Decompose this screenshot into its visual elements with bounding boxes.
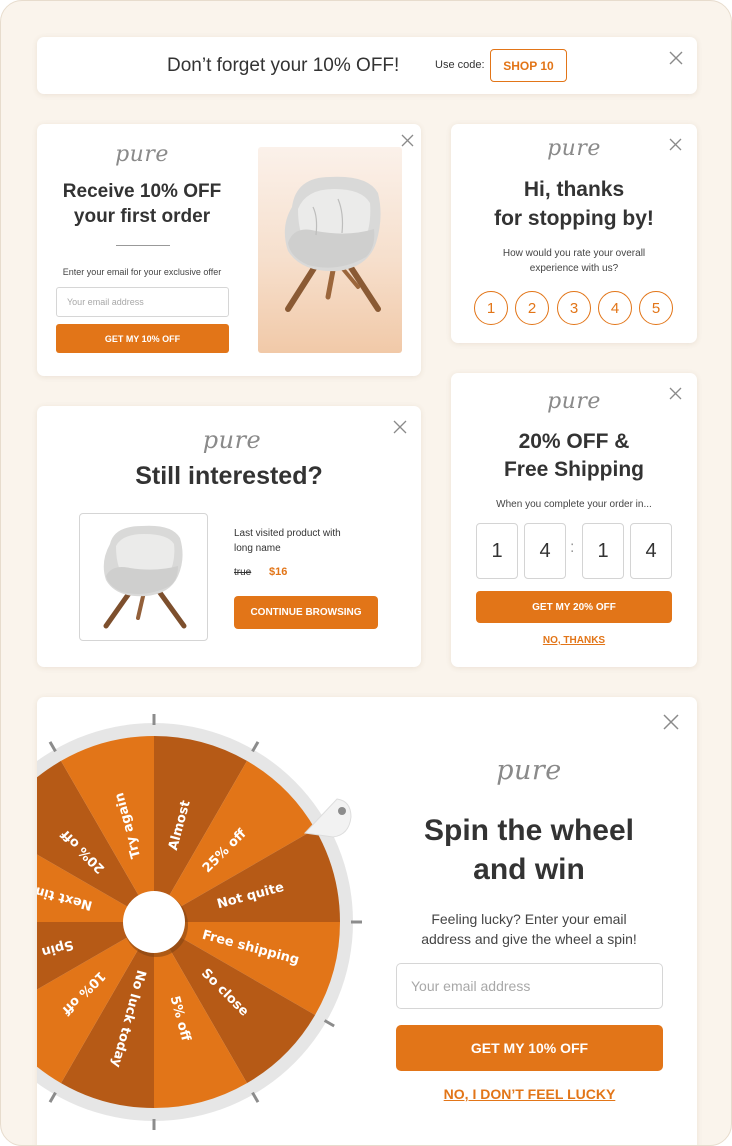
email-field[interactable]: Your email address — [56, 287, 229, 317]
rating-title-line-2: for stopping by! — [494, 207, 654, 230]
rating-question-line-2: experience with us? — [529, 263, 619, 274]
wheel-title: Spin the wheel and win — [389, 811, 669, 889]
get-20-off-button[interactable]: GET MY 20% OFF — [476, 591, 672, 623]
divider — [116, 245, 170, 246]
countdown-separator: : — [570, 539, 575, 556]
sale-price: $16 — [269, 566, 288, 578]
rating-question: How would you rate your overall experien… — [451, 246, 697, 276]
close-icon[interactable] — [669, 387, 685, 403]
wheel-title-line-2: and win — [473, 853, 585, 886]
signup-title-line-2: your first order — [73, 206, 211, 227]
banner-headline: Don’t forget your 10% OFF! — [167, 55, 400, 76]
close-icon[interactable] — [669, 51, 685, 67]
product-name: Last visited product with long name — [234, 526, 341, 556]
countdown-subtitle: When you complete your order in... — [496, 499, 652, 510]
rating-title: Hi, thanks for stopping by! — [451, 175, 697, 233]
rating-title-line-1: Hi, thanks — [523, 178, 625, 201]
reminder-title: Still interested? — [135, 462, 323, 490]
brand-logo: pure — [115, 142, 169, 167]
no-thanks-link[interactable]: NO, THANKS — [451, 635, 697, 646]
wheel-tick — [251, 1091, 260, 1103]
countdown-title-line-2: Free Shipping — [503, 458, 644, 481]
brand-logo: pure — [547, 389, 601, 414]
close-icon[interactable] — [393, 420, 409, 436]
wheel-body-text: Feeling lucky? Enter your email address … — [379, 909, 679, 949]
rating-option-2[interactable]: 2 — [515, 291, 549, 325]
continue-browsing-button[interactable]: CONTINUE BROWSING — [234, 596, 378, 629]
promo-code-button[interactable]: SHOP 10 — [490, 49, 567, 82]
wheel-popup: Almost 25% off Not quite Free shipping So cl… — [37, 697, 697, 1146]
rating-option-5[interactable]: 5 — [639, 291, 673, 325]
page-frame: Don’t forget your 10% OFF! Use code: SHO… — [0, 0, 732, 1146]
signup-prompt: Enter your email for your exclusive offe… — [62, 267, 222, 277]
email-field[interactable]: Your email address — [396, 963, 663, 1009]
rating-question-line-1: How would you rate your overall — [502, 248, 646, 259]
brand-logo: pure — [496, 755, 562, 786]
countdown-popup: pure 20% OFF & Free Shipping When you co… — [451, 373, 697, 667]
wheel-tick — [48, 1091, 57, 1103]
get-10-off-button[interactable]: GET MY 10% OFF — [396, 1025, 663, 1071]
rating-option-1[interactable]: 1 — [474, 291, 508, 325]
countdown-digit: 4 — [630, 523, 672, 579]
wheel-hub — [123, 891, 185, 953]
close-icon[interactable] — [669, 138, 685, 154]
wheel-body-line-2: address and give the wheel a spin! — [421, 931, 637, 947]
close-icon[interactable] — [401, 134, 417, 150]
signup-title-line-1: Receive 10% OFF — [62, 181, 222, 202]
wheel-title-line-1: Spin the wheel — [423, 814, 635, 847]
wheel-body-line-1: Feeling lucky? Enter your email — [431, 911, 627, 927]
get-10-off-button[interactable]: GET MY 10% OFF — [56, 324, 229, 353]
no-feel-lucky-link[interactable]: NO, I DON’T FEEL LUCKY — [396, 1086, 663, 1102]
countdown-digit: 1 — [476, 523, 518, 579]
prize-wheel[interactable]: Almost 25% offNot quiteFree shippingSo cl… — [37, 697, 397, 1146]
wheel-tick — [251, 741, 260, 753]
close-icon[interactable] — [663, 714, 679, 730]
countdown-title: 20% OFF & Free Shipping — [451, 428, 697, 484]
product-thumbnail[interactable] — [79, 513, 208, 641]
wheel-tick — [323, 1019, 335, 1028]
countdown-title-line-1: 20% OFF & — [518, 430, 630, 453]
signup-title: Receive 10% OFF your first order — [47, 179, 237, 229]
product-name-line-1: Last visited product with — [234, 528, 341, 539]
wheel-tick — [48, 741, 57, 753]
product-name-line-2: long name — [234, 543, 281, 554]
rating-popup: pure Hi, thanks for stopping by! How wou… — [451, 124, 697, 343]
countdown-digit: 4 — [524, 523, 566, 579]
countdown-digit: 1 — [582, 523, 624, 579]
rating-option-4[interactable]: 4 — [598, 291, 632, 325]
signup-popup: pure Receive 10% OFF your first order En… — [37, 124, 421, 376]
old-price: true — [234, 567, 252, 578]
rating-option-3[interactable]: 3 — [557, 291, 591, 325]
discount-banner: Don’t forget your 10% OFF! Use code: SHO… — [37, 37, 697, 94]
reminder-popup: pure Still interested? Last visited prod… — [37, 406, 421, 667]
banner-code-label: Use code: — [435, 59, 485, 71]
brand-logo: pure — [202, 426, 262, 454]
armchair-photo — [258, 147, 402, 353]
brand-logo: pure — [547, 136, 601, 161]
